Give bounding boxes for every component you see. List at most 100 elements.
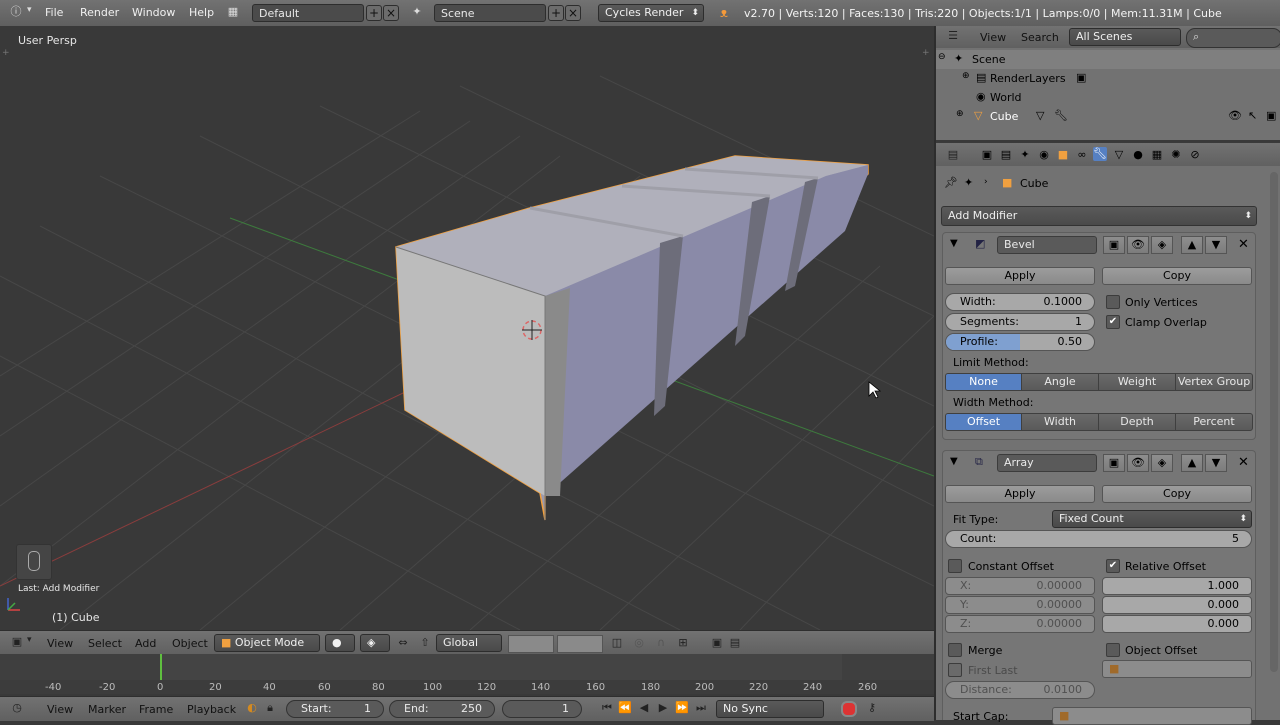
scene-field[interactable]: Scene [434,4,546,22]
array-copy-button[interactable]: Copy [1102,485,1252,503]
outliner-icon[interactable]: ☰ [946,29,960,43]
timeline-area[interactable] [0,654,934,680]
limit-none-button[interactable]: None [945,373,1022,391]
render-camera-icon[interactable]: ▣ [710,636,724,650]
merge-distance-field[interactable]: Distance: 0.0100 [945,681,1095,699]
constant-offset-checkbox[interactable] [948,559,962,573]
limit-angle-button[interactable]: Angle [1021,373,1099,391]
layout-grid-icon[interactable]: ▦ [226,5,240,19]
array-name-field[interactable]: Array [997,454,1097,472]
bevel-name-field[interactable]: Bevel [997,236,1097,254]
region-toggle-right-icon[interactable]: + [922,48,930,58]
renderlayers-tab-icon[interactable]: ▤ [999,148,1013,162]
only-vertices-checkbox[interactable] [1106,295,1120,309]
selectable-cursor-icon[interactable]: ↖ [1248,109,1257,122]
add-modifier-dropdown[interactable]: Add Modifier ⬍ [941,206,1257,226]
add-layout-button[interactable]: + [366,5,382,21]
menu-view[interactable]: View [980,31,1006,44]
properties-editor-icon[interactable]: ▤ [946,148,960,162]
last-operator-label[interactable]: Last: Add Modifier [18,584,99,594]
bevel-copy-button[interactable]: Copy [1102,267,1252,285]
cube-object[interactable] [395,155,869,521]
move-up-icon[interactable]: ▲ [1181,236,1203,254]
render-toggle-icon[interactable]: ▣ [1103,454,1125,472]
region-toggle-left-icon[interactable]: + [2,48,10,58]
outliner-item-scene[interactable]: ⊖ ✦ Scene [936,50,1280,69]
move-down-icon[interactable]: ▼ [1205,454,1227,472]
menu-marker[interactable]: Marker [88,703,126,716]
clamp-overlap-checkbox[interactable]: ✔ [1106,315,1120,329]
prev-keyframe-icon[interactable]: ⏪ [618,701,632,715]
next-keyframe-icon[interactable]: ⏩ [675,701,689,715]
first-last-checkbox[interactable] [948,663,962,677]
record-icon[interactable] [841,701,857,717]
physics-tab-icon[interactable]: ⊘ [1188,148,1202,162]
layers-grid-2[interactable] [557,635,603,653]
collapse-arrow-icon[interactable]: ▼ [950,238,958,249]
merge-checkbox[interactable] [948,643,962,657]
menu-select[interactable]: Select [88,637,122,650]
move-up-icon[interactable]: ▲ [1181,454,1203,472]
constant-x-field[interactable]: X: 0.00000 [945,577,1095,595]
render-anim-icon[interactable]: ▤ [728,636,742,650]
visibility-eye-icon[interactable]: 👁︎ [1228,109,1242,122]
menu-file[interactable]: File [45,6,63,19]
proportional-edit-icon[interactable]: ◎ [632,636,646,650]
bevel-width-field[interactable]: Width: 0.1000 [945,293,1095,311]
end-frame-field[interactable]: End: 250 [389,700,495,718]
bevel-apply-button[interactable]: Apply [945,267,1095,285]
pin-icon[interactable]: 📌︎ [944,176,958,189]
menu-search[interactable]: Search [1021,31,1059,44]
menu-window[interactable]: Window [132,6,175,19]
renderlayer-toggle-icon[interactable]: ▣ [1076,71,1086,84]
width-percent-button[interactable]: Percent [1175,413,1253,431]
preview-range-icon[interactable]: ◐ [245,701,259,715]
expand-icon[interactable]: ⊕ [962,71,970,81]
move-down-icon[interactable]: ▼ [1205,236,1227,254]
layers-grid-1[interactable] [508,635,554,653]
sync-dropdown[interactable]: No Sync [716,700,824,718]
current-frame-field[interactable]: 1 [502,700,582,718]
particles-tab-icon[interactable]: ✺ [1169,148,1183,162]
menu-view[interactable]: View [47,637,73,650]
width-offset-button[interactable]: Offset [945,413,1022,431]
width-depth-button[interactable]: Depth [1098,413,1176,431]
bevel-segments-field[interactable]: Segments: 1 [945,313,1095,331]
limit-vertex-group-button[interactable]: Vertex Group [1175,373,1253,391]
transform-icon[interactable]: ⇧ [418,636,432,650]
outliner-item-renderlayers[interactable]: ⊕ ▤ RenderLayers ▣ [936,69,1280,88]
shading-dropdown[interactable]: ● [325,634,355,652]
material-tab-icon[interactable]: ● [1131,148,1145,162]
scene-tab-icon[interactable]: ✦ [1018,148,1032,162]
menu-playback[interactable]: Playback [187,703,236,716]
render-tab-icon[interactable]: ▣ [980,148,994,162]
frame-ruler[interactable]: -40 -20 0 20 40 60 80 100 120 140 160 18… [0,680,934,694]
world-tab-icon[interactable]: ◉ [1037,148,1051,162]
fit-type-dropdown[interactable]: Fixed Count ⬍ [1052,510,1252,528]
constant-y-field[interactable]: Y: 0.00000 [945,596,1095,614]
mode-dropdown[interactable]: ■ Object Mode [214,634,320,652]
width-width-button[interactable]: Width [1021,413,1099,431]
keying-icon[interactable]: ⚷ [865,701,879,715]
menu-add[interactable]: Add [135,637,156,650]
texture-tab-icon[interactable]: ▦ [1150,148,1164,162]
info-editor-icon[interactable]: ⓘ [9,5,23,19]
lock-icon[interactable]: 🔒︎ [263,701,277,715]
modifier-wrench-icon[interactable]: 🔧︎ [1054,109,1068,122]
viewport-toggle-icon[interactable]: 👁︎ [1127,454,1149,472]
add-scene-button[interactable]: + [548,5,564,21]
collapse-arrow-icon[interactable]: ▼ [950,456,958,467]
mesh-data-icon[interactable]: ▽ [1036,109,1044,122]
menu-view[interactable]: View [47,703,73,716]
display-mode-dropdown[interactable]: All Scenes [1069,28,1181,46]
3d-viewport[interactable]: User Persp + + Last: Add Modifier (1) Cu… [0,26,934,630]
jump-end-icon[interactable]: ⏭ [694,701,708,715]
jump-start-icon[interactable]: ⏮ [600,701,614,715]
start-frame-field[interactable]: Start: 1 [286,700,384,718]
remove-scene-button[interactable]: × [565,5,581,21]
snap-target-icon[interactable]: ⊞ [676,636,690,650]
menu-frame[interactable]: Frame [139,703,173,716]
render-toggle-icon[interactable]: ▣ [1103,236,1125,254]
search-input[interactable]: ⌕ [1186,28,1280,48]
manipulator-icon[interactable]: ⇔ [396,636,410,650]
